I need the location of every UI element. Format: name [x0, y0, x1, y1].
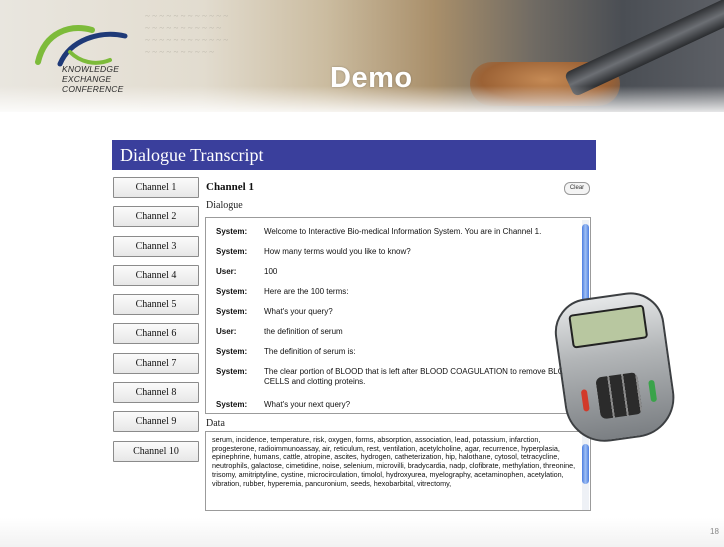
speaker-label: User:	[216, 267, 237, 276]
channel-7-button[interactable]: Channel 7	[113, 352, 199, 374]
channel-list: Channel 1 Channel 2 Channel 3 Channel 4 …	[113, 177, 199, 470]
channel-3-button[interactable]: Channel 3	[113, 235, 199, 257]
message-text: The clear portion of BLOOD that is left …	[264, 367, 576, 386]
data-scroll-thumb[interactable]	[582, 444, 589, 484]
message-text: The definition of serum is:	[264, 347, 356, 356]
data-scrollbar[interactable]	[582, 434, 589, 510]
logo-wordmark: KNOWLEDGE EXCHANGE CONFERENCE	[62, 64, 124, 94]
channel-10-button[interactable]: Channel 10	[113, 440, 199, 462]
message-text: Welcome to Interactive Bio-medical Infor…	[264, 227, 542, 236]
speaker-label: User:	[216, 327, 237, 336]
data-label: Data	[206, 418, 225, 429]
pipe-image	[563, 0, 724, 98]
current-channel-heading: Channel 1	[206, 181, 254, 193]
channel-5-button[interactable]: Channel 5	[113, 294, 199, 316]
message-text: What's your query?	[264, 307, 333, 316]
speaker-label: System:	[216, 227, 248, 236]
phone-image	[550, 288, 680, 447]
message-text: What's your next query?	[264, 400, 351, 409]
channel-1-button[interactable]: Channel 1	[113, 177, 199, 198]
speaker-label: System:	[216, 367, 248, 376]
speaker-label: System:	[216, 247, 248, 256]
slide-title: Demo	[330, 62, 413, 94]
banner-decoration: ~ ~ ~ ~ ~ ~ ~ ~ ~ ~ ~ ~ ~ ~ ~ ~ ~ ~ ~ ~ ~…	[145, 11, 229, 57]
channel-8-button[interactable]: Channel 8	[113, 382, 199, 404]
message-text: Here are the 100 terms:	[264, 287, 349, 296]
slide: ~ ~ ~ ~ ~ ~ ~ ~ ~ ~ ~ ~ ~ ~ ~ ~ ~ ~ ~ ~ ~…	[0, 0, 724, 547]
channel-9-button[interactable]: Channel 9	[113, 411, 199, 433]
speaker-label: System:	[216, 307, 248, 316]
speaker-label: System:	[216, 287, 248, 296]
slide-footer	[0, 518, 724, 547]
data-terms-text: serum, incidence, temperature, risk, oxy…	[212, 435, 576, 488]
message-text: How many terms would you like to know?	[264, 247, 411, 256]
data-terms-box[interactable]: serum, incidence, temperature, risk, oxy…	[205, 431, 591, 511]
channel-2-button[interactable]: Channel 2	[113, 206, 199, 228]
clear-button[interactable]: Clear	[564, 182, 590, 195]
phone-keypad	[595, 372, 643, 420]
speaker-label: System:	[216, 347, 248, 356]
channel-6-button[interactable]: Channel 6	[113, 323, 199, 345]
channel-4-button[interactable]: Channel 4	[113, 264, 199, 286]
dialogue-label: Dialogue	[206, 200, 243, 211]
app-title-bar: Dialogue Transcript	[112, 140, 596, 170]
speaker-label: System:	[216, 400, 248, 409]
message-text: 100	[264, 267, 278, 276]
dialogue-transcript[interactable]: System: Welcome to Interactive Bio-medic…	[205, 217, 591, 414]
page-number: 18	[710, 527, 719, 536]
message-text: the definition of serum	[264, 327, 343, 336]
